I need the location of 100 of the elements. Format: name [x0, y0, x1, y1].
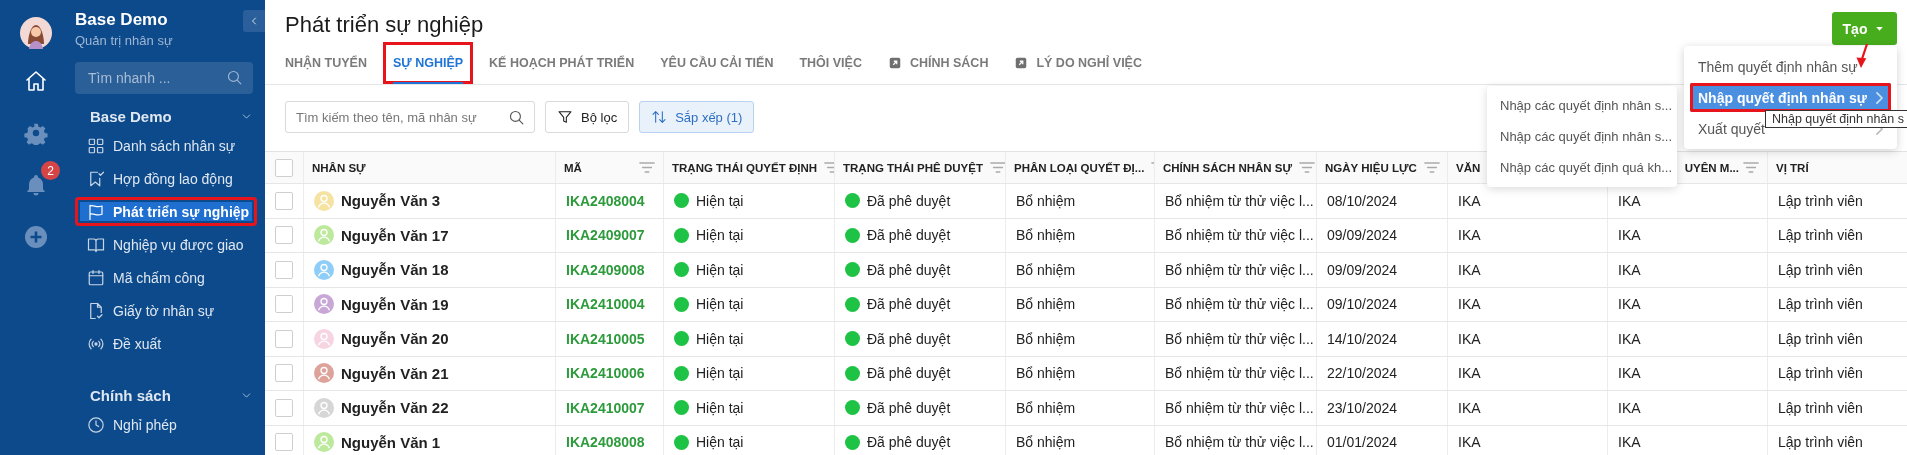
checkbox[interactable] [275, 295, 293, 314]
table-cell: IKA [1608, 356, 1768, 390]
column-header[interactable]: TRẠNG THÁI QUYẾT ĐỊNH [664, 152, 835, 183]
employee-name[interactable]: Nguyễn Văn 19 [341, 295, 449, 313]
employee-code[interactable]: IKA2409008 [566, 261, 645, 278]
grid-icon [87, 136, 105, 155]
collapse-button[interactable] [243, 10, 265, 32]
column-header[interactable]: NHÂN SỰ [304, 152, 556, 183]
link-tab[interactable]: CHÍNH SÁCH [877, 42, 999, 84]
sort-button[interactable]: Sắp xếp (1) [639, 101, 755, 133]
employee-code[interactable]: IKA2409007 [566, 227, 645, 244]
settings-icon[interactable] [24, 121, 48, 145]
table-cell: Bổ nhiệm [1006, 287, 1155, 321]
table-cell: IKA [1608, 253, 1768, 287]
employee-code[interactable]: IKA2410004 [566, 296, 645, 313]
sidebar-item[interactable]: Giấy tờ nhân sự [75, 296, 257, 325]
approval-status: Đã phê duyệt [867, 192, 951, 209]
link-tab[interactable]: LÝ DO NGHỈ VIỆC [1004, 42, 1152, 84]
tab[interactable]: YÊU CẦU CẢI TIẾN [650, 42, 784, 84]
column-header[interactable]: CHÍNH SÁCH NHÂN SỰ [1155, 152, 1317, 183]
search-icon [226, 69, 243, 86]
table-cell: Bổ nhiệm [1006, 218, 1155, 252]
submenu-item[interactable]: Nhập các quyết định nhân s... [1487, 90, 1677, 121]
tab[interactable]: THÔI VIỆC [789, 42, 872, 84]
table-cell: Bổ nhiệm từ thử việc l... [1155, 253, 1317, 287]
filter-icon [557, 109, 573, 125]
checkbox[interactable] [275, 433, 293, 452]
checkbox[interactable] [275, 364, 293, 383]
table-cell-text: Lập trình viên [1777, 295, 1864, 315]
employee-name[interactable]: Nguyễn Văn 17 [341, 226, 449, 244]
user-avatar-icon [314, 190, 334, 211]
column-header[interactable]: PHÂN LOẠI QUYẾT ĐỊ... [1006, 152, 1155, 183]
tab[interactable]: SỰ NGHIỆP [382, 42, 474, 84]
checkbox[interactable] [275, 260, 293, 279]
sidebar-item[interactable]: Nghỉ phép [75, 410, 257, 439]
table-cell: Bổ nhiệm [1006, 425, 1155, 455]
checkbox[interactable] [275, 329, 293, 348]
app-title: Base Demo [75, 10, 168, 30]
employee-name[interactable]: Nguyễn Văn 22 [341, 399, 449, 417]
page-title: Phát triển sự nghiệp [285, 12, 484, 38]
table-cell: 09/09/2024 [1317, 218, 1448, 252]
sidebar-item[interactable]: Đề xuất [75, 329, 257, 358]
checkbox[interactable] [275, 191, 293, 210]
column-header[interactable]: VỊ TRÍ [1768, 152, 1907, 183]
flag-icon [87, 202, 105, 221]
employee-name[interactable]: Nguyễn Văn 3 [341, 192, 441, 210]
employee-code[interactable]: IKA2408008 [566, 434, 645, 451]
employee-code[interactable]: IKA2410006 [566, 365, 645, 382]
add-icon[interactable] [24, 225, 48, 249]
notification-icon[interactable] [24, 173, 48, 197]
approval-status: Đã phê duyệt [867, 296, 951, 313]
employee-code[interactable]: IKA2408004 [566, 192, 645, 209]
tab[interactable]: KẾ HOẠCH PHÁT TRIỂN [479, 42, 645, 84]
tab[interactable]: NHẬN TUYỂN [275, 42, 377, 84]
approval-status: Đã phê duyệt [867, 330, 951, 347]
approval-status: Đã phê duyệt [867, 261, 951, 278]
book-icon [87, 235, 105, 254]
table-cell: IKA [1608, 287, 1768, 321]
filter-lines-icon [639, 162, 655, 173]
sidebar-item[interactable]: Nghiệp vụ được giao [75, 230, 257, 259]
checkbox[interactable] [275, 158, 293, 177]
table-cell: Bổ nhiệm từ thử việc l... [1155, 218, 1317, 252]
search-field[interactable]: Tìm nhanh ... [75, 62, 253, 94]
user-avatar-icon [314, 259, 334, 280]
filter-button[interactable]: Bộ lọc [545, 101, 630, 133]
search-field[interactable]: Tìm kiếm theo tên, mã nhân sự [285, 101, 535, 133]
menu-item[interactable]: Thêm quyết định nhân sự [1690, 52, 1891, 81]
table-cell: IKA [1448, 253, 1608, 287]
sidebar-item[interactable]: Hợp đồng lao động [75, 164, 257, 193]
section-header[interactable]: Chính sách [90, 384, 253, 406]
decision-status: Hiện tại [696, 296, 744, 313]
employee-name[interactable]: Nguyễn Văn 1 [341, 433, 441, 451]
sidebar-item[interactable]: Danh sách nhân sự [75, 131, 257, 160]
employee-name[interactable]: Nguyễn Văn 21 [341, 364, 449, 382]
table-cell: 08/10/2024 [1317, 184, 1448, 218]
employee-name[interactable]: Nguyễn Văn 20 [341, 330, 449, 348]
table-cell-text: Lập trình viên [1777, 191, 1864, 211]
filter-lines-icon [1743, 162, 1759, 173]
employee-code[interactable]: IKA2410007 [566, 399, 645, 416]
employee-name[interactable]: Nguyễn Văn 18 [341, 261, 449, 279]
sidebar-item[interactable]: Mã chấm công [75, 263, 257, 292]
submenu-item[interactable]: Nhập các quyết định nhân s... [1487, 121, 1677, 152]
approval-status: Đã phê duyệt [867, 399, 951, 416]
employee-code[interactable]: IKA2410005 [566, 330, 645, 347]
user-avatar-icon [314, 397, 334, 418]
approval-status: Đã phê duyệt [867, 227, 951, 244]
search-icon [508, 109, 525, 126]
home-icon[interactable] [24, 69, 48, 93]
checkbox[interactable] [275, 226, 293, 245]
column-header[interactable]: MÃ [556, 152, 664, 183]
table-cell: Bổ nhiệm từ thử việc l... [1155, 322, 1317, 356]
table-cell: IKA [1608, 218, 1768, 252]
column-header[interactable]: TRẠNG THÁI PHÊ DUYỆT [835, 152, 1006, 183]
table-cell: 22/10/2024 [1317, 356, 1448, 390]
section-header[interactable]: Base Demo [90, 105, 253, 127]
table-cell: 01/01/2024 [1317, 425, 1448, 455]
checkbox[interactable] [275, 398, 293, 417]
external-link-icon [887, 56, 902, 70]
sidebar-item[interactable]: Phát triển sự nghiệp [75, 197, 257, 226]
column-header[interactable]: NGÀY HIỆU LỰC [1317, 152, 1448, 183]
